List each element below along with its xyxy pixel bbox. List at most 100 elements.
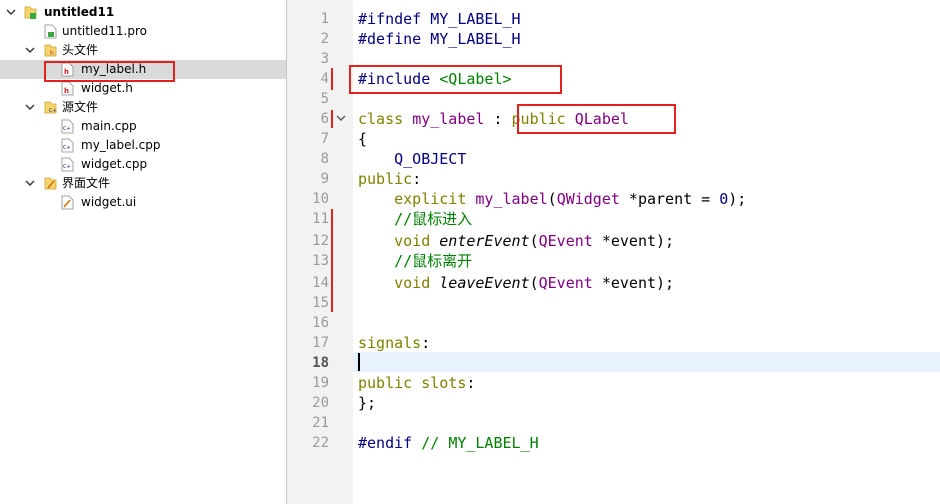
form-folder-icon	[44, 177, 57, 190]
code-line-12: void enterEvent(QEvent *event);	[358, 231, 674, 251]
tree-item-project[interactable]: untitled11	[0, 3, 286, 22]
code-line-19: public slots:	[358, 373, 475, 393]
tree-item-label: main.cpp	[81, 119, 137, 133]
token: QEvent	[538, 232, 593, 250]
line-number: 1	[320, 11, 329, 27]
tree-item-main-cpp[interactable]: C+ main.cpp	[0, 117, 286, 136]
line-number: 7	[320, 131, 329, 147]
code-line-17: signals:	[358, 333, 430, 353]
tree-item-label: widget.ui	[81, 195, 137, 209]
token: (	[529, 232, 539, 250]
tree-item-label: untitled11.pro	[62, 24, 148, 38]
code-line-2: #define MY_LABEL_H	[358, 29, 521, 49]
token: my_label	[475, 190, 548, 208]
header-file-icon: h	[61, 81, 74, 96]
token: slots	[421, 374, 467, 392]
line-number: 13	[312, 253, 329, 269]
chevron-down-icon[interactable]	[25, 45, 35, 55]
highlight-box-my-label-h	[44, 61, 175, 82]
token: MY_LABEL_H	[448, 434, 539, 452]
token: void	[358, 232, 431, 250]
tree-item-forms[interactable]: 界面文件	[0, 174, 286, 193]
token: :	[466, 374, 476, 392]
line-number: 6	[320, 111, 329, 127]
line-number: 9	[320, 171, 329, 187]
code-line-14: void leaveEvent(QEvent *event);	[358, 273, 674, 293]
token: :	[484, 110, 512, 128]
token: void	[358, 274, 431, 292]
token: :	[421, 334, 431, 352]
tree-item-label: 源文件	[62, 100, 99, 114]
project-label: untitled11	[44, 5, 115, 19]
highlight-box-public-qlabel	[517, 104, 676, 134]
token: );	[728, 190, 747, 208]
line-number: 5	[320, 91, 329, 107]
code-line-1: #ifndef MY_LABEL_H	[358, 9, 521, 29]
token: *parent =	[619, 190, 720, 208]
change-marker	[331, 68, 333, 90]
token: *event);	[592, 232, 675, 250]
line-number: 8	[320, 151, 329, 167]
line-number: 10	[312, 191, 329, 207]
tree-item-my-label-cpp[interactable]: C+ my_label.cpp	[0, 136, 286, 155]
token: signals	[358, 334, 422, 352]
token: public	[358, 374, 413, 392]
token: (	[529, 274, 539, 292]
line-number: 22	[312, 435, 329, 451]
token: explicit	[358, 190, 467, 208]
code-line-20: };	[358, 394, 377, 412]
tree-item-label: widget.h	[81, 81, 133, 95]
token: my_label	[412, 110, 485, 128]
text-caret	[358, 353, 360, 371]
chevron-down-icon[interactable]	[6, 7, 16, 17]
code-line-11: //鼠标进入	[358, 210, 473, 228]
token: MY_LABEL_H	[421, 10, 521, 28]
cpp-file-icon: C+	[61, 157, 74, 172]
svg-text:C+: C+	[63, 126, 71, 132]
code-line-10: explicit my_label(QWidget *parent = 0);	[358, 189, 746, 209]
tree-item-headers[interactable]: h 头文件	[0, 41, 286, 60]
project-icon	[24, 6, 37, 19]
code-line-22: #endif // MY_LABEL_H	[358, 433, 539, 453]
token: class	[358, 110, 404, 128]
chevron-down-icon[interactable]	[25, 102, 35, 112]
token: #ifndef	[358, 10, 422, 28]
line-number: 17	[312, 335, 329, 351]
code-line-13: //鼠标离开	[358, 252, 473, 270]
tree-item-sources[interactable]: C+ 源文件	[0, 98, 286, 117]
svg-text:C+: C+	[63, 164, 71, 170]
chevron-down-icon[interactable]	[25, 178, 35, 188]
token: public	[358, 170, 413, 188]
line-number: 14	[312, 275, 329, 291]
fold-arrow-icon[interactable]	[335, 112, 347, 124]
token: #define	[358, 30, 422, 48]
line-number: 19	[312, 375, 329, 391]
project-tree: untitled11 untitled11.pro h 头文件 h my_lab…	[0, 0, 286, 504]
line-number: 12	[312, 233, 329, 249]
change-marker	[331, 209, 333, 312]
token: 0	[719, 190, 729, 208]
token: #endif	[358, 434, 413, 452]
tree-item-pro-file[interactable]: untitled11.pro	[0, 22, 286, 41]
tree-item-label: 界面文件	[62, 176, 111, 190]
token: MY_LABEL_H	[421, 30, 521, 48]
line-number: 2	[320, 31, 329, 47]
token: (	[547, 190, 557, 208]
pro-file-icon	[44, 24, 57, 39]
tree-item-widget-cpp[interactable]: C+ widget.cpp	[0, 155, 286, 174]
source-folder-icon: C+	[44, 101, 57, 114]
token: QEvent	[538, 274, 593, 292]
change-marker	[331, 110, 333, 128]
line-number: 21	[312, 415, 329, 431]
line-number: 20	[312, 395, 329, 411]
line-number: 4	[320, 71, 329, 87]
line-number: 15	[312, 295, 329, 311]
token: :	[412, 170, 422, 188]
tree-item-widget-ui[interactable]: widget.ui	[0, 193, 286, 212]
header-folder-icon: h	[44, 44, 57, 57]
code-line-7: {	[358, 130, 368, 148]
line-number: 11	[312, 211, 329, 227]
tree-item-label: 头文件	[62, 43, 99, 57]
